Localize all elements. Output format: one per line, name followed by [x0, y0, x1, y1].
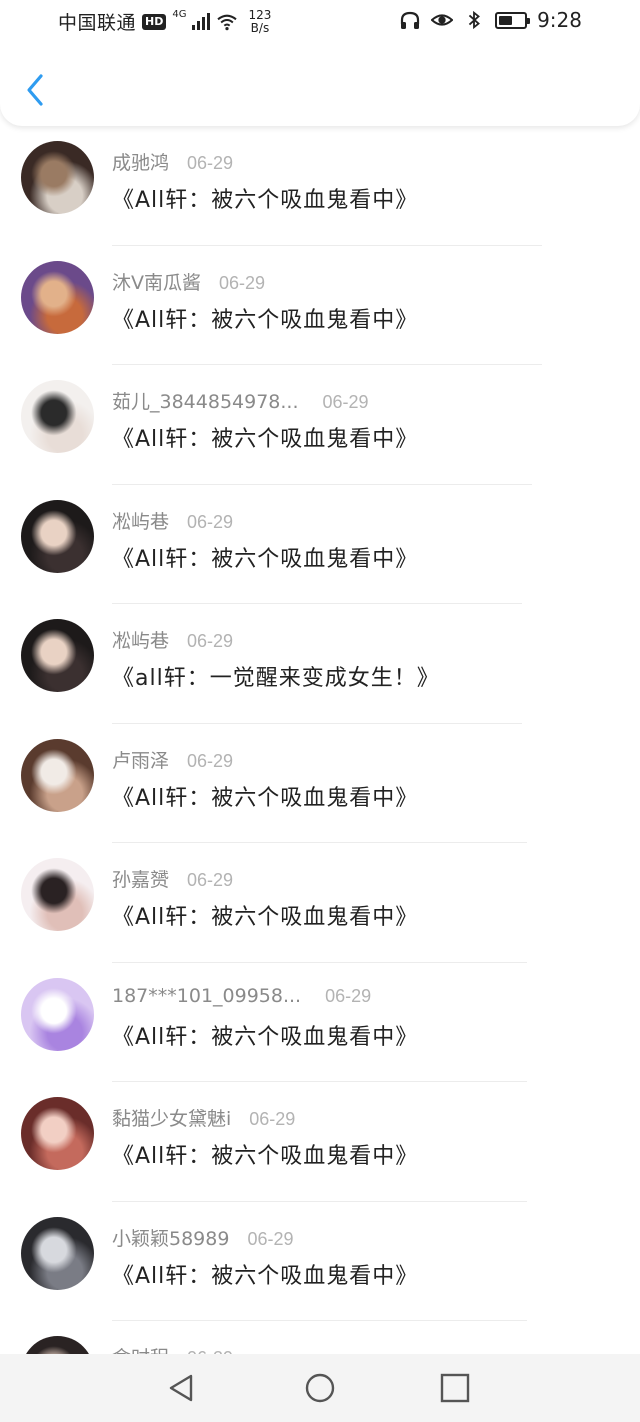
app-header: 中国联通 HD 4G 123 B/s 9:28 — [0, 0, 640, 126]
list-item[interactable]: 凇屿巷 06-29 《All轩：被六个吸血鬼看中》 — [0, 485, 640, 604]
list-item[interactable]: 凇屿巷 06-29 《all轩：一觉醒来变成女生！》 — [0, 604, 640, 724]
speed-unit: B/s — [250, 20, 270, 35]
work-title[interactable]: 《All轩：被六个吸血鬼看中》 — [112, 780, 418, 812]
date: 06-29 — [187, 511, 234, 532]
list-item[interactable]: 孙嘉赟 06-29 《All轩：被六个吸血鬼看中》 — [0, 843, 640, 963]
avatar[interactable] — [21, 619, 94, 692]
status-left: 中国联通 HD 4G 123 B/s — [58, 8, 271, 35]
system-nav-bar — [0, 1354, 640, 1422]
username[interactable]: 凇屿巷 — [112, 507, 169, 534]
date: 06-29 — [187, 750, 234, 771]
date: 06-29 — [187, 870, 234, 890]
username[interactable]: 成驰鸿 — [112, 148, 169, 175]
username[interactable]: 凇屿巷 — [112, 626, 169, 653]
item-meta: 凇屿巷 06-29 — [112, 507, 233, 534]
username[interactable]: 小颖颖58989 — [112, 1224, 229, 1251]
network-speed: 123 B/s — [248, 7, 272, 35]
avatar[interactable] — [21, 260, 94, 334]
chevron-left-icon — [27, 74, 43, 106]
signal-icon — [192, 13, 211, 30]
work-title[interactable]: 《All轩：被六个吸血鬼看中》 — [112, 182, 418, 214]
avatar[interactable] — [21, 1216, 94, 1290]
avatar[interactable] — [21, 141, 94, 214]
work-title[interactable]: 《All轩：被六个吸血鬼看中》 — [112, 541, 418, 573]
item-meta: 孙嘉赟 06-29 — [112, 865, 233, 892]
network-type: 4G — [172, 9, 187, 20]
item-meta: 卢雨泽 06-29 — [112, 746, 233, 773]
work-title[interactable]: 《All轩：被六个吸血鬼看中》 — [112, 1258, 418, 1290]
username[interactable]: 187***101_09958... — [112, 985, 301, 1007]
date: 06-29 — [249, 1109, 296, 1129]
list-item[interactable]: 茹儿_3844854978... 06-29 《All轩：被六个吸血鬼看中》 — [0, 365, 640, 485]
battery-level — [499, 15, 513, 25]
list-item[interactable]: 黏猫少女黛魅i 06-29 《All轩：被六个吸血鬼看中》 — [0, 1082, 640, 1202]
avatar[interactable] — [21, 380, 94, 453]
username[interactable]: 沐V南瓜酱 — [112, 268, 201, 295]
list-item[interactable]: 成驰鸿 06-29 《All轩：被六个吸血鬼看中》 — [0, 126, 640, 246]
list-item[interactable]: 沐V南瓜酱 06-29 《All轩：被六个吸血鬼看中》 — [0, 246, 640, 365]
work-title[interactable]: 《All轩：被六个吸血鬼看中》 — [112, 302, 418, 334]
status-right: 9:28 — [399, 8, 582, 32]
work-title[interactable]: 《all轩：一觉醒来变成女生！》 — [112, 660, 440, 692]
work-title[interactable]: 《All轩：被六个吸血鬼看中》 — [112, 1138, 418, 1170]
item-meta: 黏猫少女黛魅i 06-29 — [112, 1104, 295, 1131]
headphone-icon — [400, 11, 420, 29]
avatar[interactable] — [21, 738, 94, 812]
eye-icon — [431, 14, 454, 26]
date: 06-29 — [219, 272, 266, 293]
wifi-icon — [217, 14, 238, 30]
avatar[interactable] — [21, 1097, 94, 1170]
date: 06-29 — [247, 1228, 294, 1249]
item-meta: 凇屿巷 06-29 — [112, 626, 233, 653]
list-item[interactable]: 卢雨泽 06-29 《All轩：被六个吸血鬼看中》 — [0, 724, 640, 843]
username[interactable]: 茹儿_3844854978... — [112, 387, 299, 414]
avatar[interactable] — [21, 977, 94, 1051]
back-button[interactable] — [18, 70, 52, 110]
nav-recents-icon[interactable] — [437, 1370, 473, 1406]
avatar[interactable] — [21, 499, 94, 573]
list-item[interactable]: 小颖颖58989 06-29 《All轩：被六个吸血鬼看中》 — [0, 1202, 640, 1321]
status-bar: 中国联通 HD 4G 123 B/s 9:28 — [0, 0, 640, 44]
nav-back-icon[interactable] — [163, 1370, 199, 1406]
list-item[interactable]: 187***101_09958... 06-29 《All轩：被六个吸血鬼看中》 — [0, 963, 640, 1082]
work-title[interactable]: 《All轩：被六个吸血鬼看中》 — [112, 899, 418, 931]
nav-home-icon[interactable] — [302, 1370, 338, 1406]
avatar[interactable] — [21, 858, 94, 931]
work-title[interactable]: 《All轩：被六个吸血鬼看中》 — [112, 421, 418, 453]
comment-list[interactable]: 成驰鸿 06-29 《All轩：被六个吸血鬼看中》 沐V南瓜酱 06-29 《All轩：被… — [0, 126, 640, 1422]
date: 06-29 — [325, 985, 372, 1006]
hd-badge: HD — [142, 13, 167, 30]
bluetooth-icon — [468, 10, 481, 30]
battery-icon — [495, 11, 531, 29]
item-meta: 沐V南瓜酱 06-29 — [112, 268, 265, 295]
username[interactable]: 黏猫少女黛魅i — [112, 1104, 231, 1131]
item-meta: 小颖颖58989 06-29 — [112, 1224, 294, 1251]
item-meta: 茹儿_3844854978... 06-29 — [112, 387, 369, 414]
clock: 9:28 — [537, 8, 582, 32]
item-meta: 成驰鸿 06-29 — [112, 148, 233, 175]
item-meta: 187***101_09958... 06-29 — [112, 985, 371, 1007]
work-title[interactable]: 《All轩：被六个吸血鬼看中》 — [112, 1019, 418, 1051]
date: 06-29 — [322, 392, 369, 412]
speed-value: 123 — [248, 7, 272, 22]
username[interactable]: 卢雨泽 — [112, 746, 169, 773]
carrier-label: 中国联通 — [58, 12, 137, 34]
date: 06-29 — [187, 153, 234, 173]
username[interactable]: 孙嘉赟 — [112, 865, 169, 892]
date: 06-29 — [187, 631, 234, 651]
